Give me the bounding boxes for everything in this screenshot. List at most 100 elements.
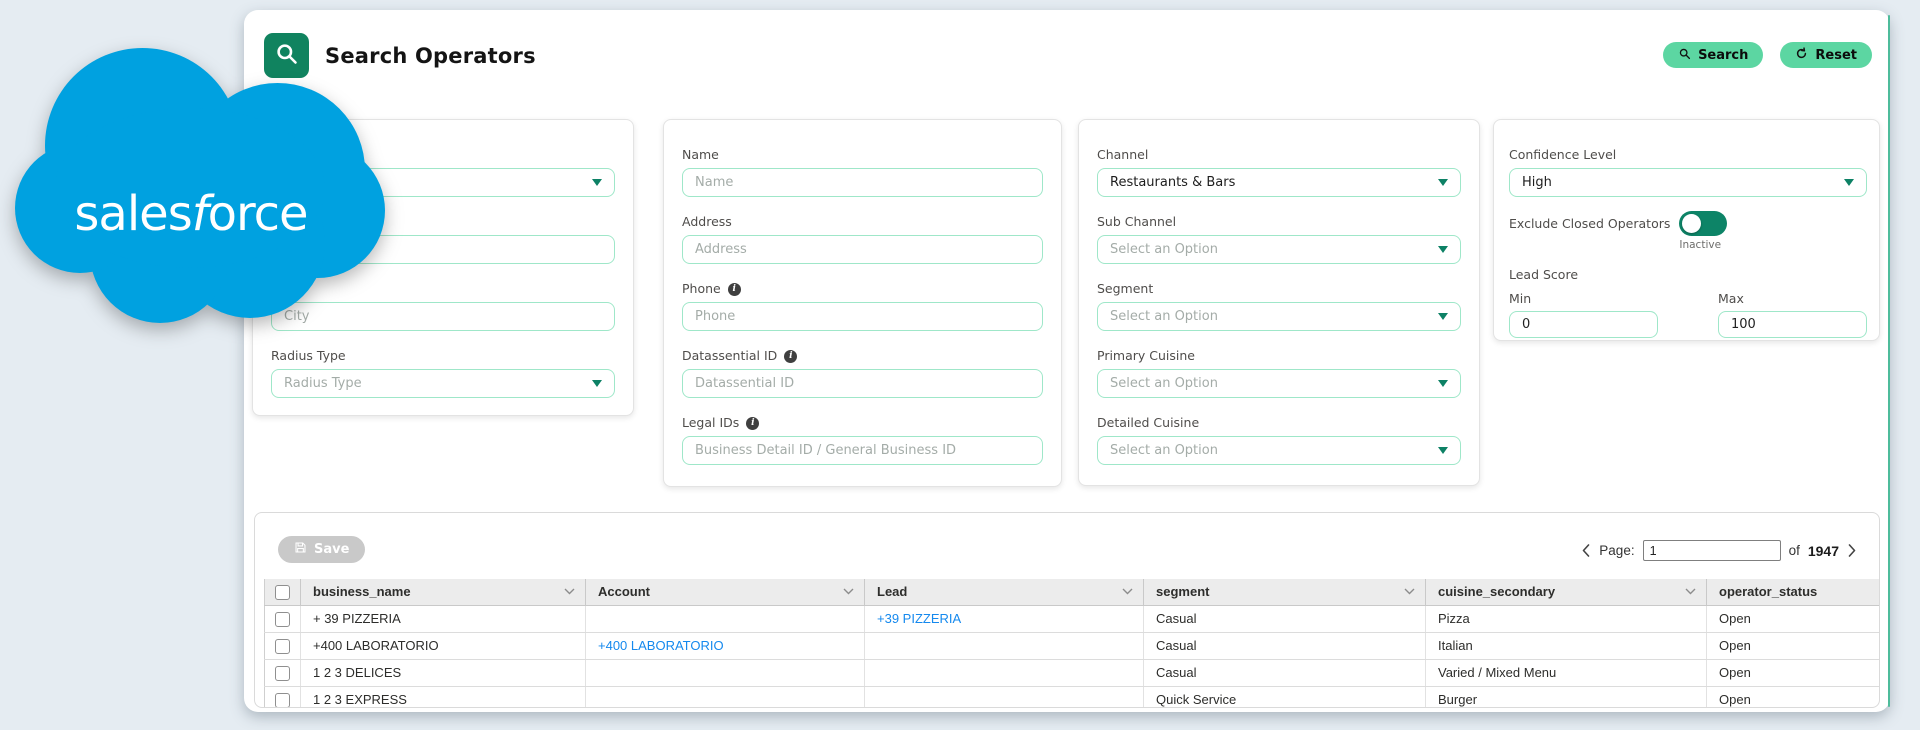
page-label: Page: — [1599, 543, 1635, 558]
channel-select-value: Restaurants & Bars — [1110, 175, 1236, 190]
toggle-knob — [1682, 214, 1702, 233]
save-button[interactable]: Save — [278, 536, 366, 563]
table-row: +400 LABORATORIO +400 LABORATORIO Casual… — [264, 632, 1879, 660]
phone-input[interactable] — [682, 302, 1043, 331]
cell-business-name: 1 2 3 EXPRESS — [300, 686, 586, 707]
primary-cuisine-select-value: Select an Option — [1110, 376, 1218, 391]
lead-score-min-input[interactable] — [1509, 311, 1658, 338]
cell-operator-status: Open — [1706, 686, 1879, 707]
chevron-down-icon — [1685, 588, 1696, 595]
lead-score-max-field: Max — [1718, 291, 1867, 338]
channel-select[interactable]: Restaurants & Bars — [1097, 168, 1461, 197]
cell-cuisine-secondary: Varied / Mixed Menu — [1425, 659, 1707, 687]
cell-account — [585, 686, 865, 707]
column-operator-status[interactable]: operator_status — [1706, 579, 1879, 606]
details-filter-panel: Name Address Phonei Datassential IDi Leg… — [663, 119, 1062, 487]
lead-score-max-input[interactable] — [1718, 311, 1867, 338]
sub-channel-field: Sub Channel Select an Option — [1097, 214, 1461, 264]
detailed-cuisine-field: Detailed Cuisine Select an Option — [1097, 415, 1461, 465]
column-segment[interactable]: segment — [1143, 579, 1426, 606]
datassential-id-label: Datassential ID — [682, 348, 778, 363]
phone-label: Phone — [682, 281, 721, 296]
column-account[interactable]: Account — [585, 579, 865, 606]
segment-select-value: Select an Option — [1110, 309, 1218, 324]
confidence-level-field: Confidence Level High — [1509, 147, 1867, 197]
exclude-closed-operators-toggle[interactable] — [1679, 211, 1728, 236]
salesforce-logo: salesforce — [15, 48, 387, 338]
primary-cuisine-label: Primary Cuisine — [1097, 348, 1195, 363]
column-cuisine-secondary[interactable]: cuisine_secondary — [1425, 579, 1707, 606]
confidence-level-select[interactable]: High — [1509, 168, 1867, 197]
sub-channel-select-value: Select an Option — [1110, 242, 1218, 257]
row-checkbox[interactable] — [275, 692, 290, 707]
cell-segment: Casual — [1143, 632, 1426, 660]
reset-button[interactable]: Reset — [1780, 42, 1872, 68]
row-checkbox[interactable] — [275, 611, 290, 627]
primary-cuisine-field: Primary Cuisine Select an Option — [1097, 348, 1461, 398]
chevron-down-icon — [592, 179, 602, 186]
search-button[interactable]: Search — [1663, 42, 1764, 68]
info-icon[interactable]: i — [727, 282, 741, 296]
datassential-id-field: Datassential ID i — [682, 348, 1043, 398]
cell-cuisine-secondary: Italian — [1425, 632, 1707, 660]
primary-cuisine-select[interactable]: Select an Option — [1097, 369, 1461, 398]
column-lead[interactable]: Lead — [864, 579, 1144, 606]
sub-channel-select[interactable]: Select an Option — [1097, 235, 1461, 264]
radius-type-select[interactable]: Radius Type — [271, 369, 615, 398]
table-row: 1 2 3 EXPRESS Quick Service Burger Open — [264, 686, 1879, 707]
page-of-label: of — [1788, 543, 1800, 558]
confidence-level-label: Confidence Level — [1509, 147, 1617, 162]
pagination: Page: of 1947 — [1581, 540, 1857, 561]
cell-segment: Quick Service — [1143, 686, 1426, 707]
scoring-filter-panel: Confidence Level High Exclude Closed Ope… — [1493, 119, 1880, 341]
name-field: Name — [682, 147, 1043, 197]
segment-select[interactable]: Select an Option — [1097, 302, 1461, 331]
cell-operator-status: Open — [1706, 605, 1879, 633]
name-input[interactable] — [682, 168, 1043, 197]
results-panel: Save Page: of 1947 business_name Acco — [254, 512, 1880, 708]
channel-label: Channel — [1097, 147, 1149, 162]
search-icon — [1678, 47, 1691, 64]
sub-channel-label: Sub Channel — [1097, 214, 1177, 229]
detailed-cuisine-select[interactable]: Select an Option — [1097, 436, 1461, 465]
results-table: business_name Account Lead segment cuisi… — [264, 579, 1879, 707]
chevron-down-icon — [1844, 179, 1854, 186]
cell-lead — [864, 686, 1144, 707]
cell-lead — [864, 632, 1144, 660]
column-business-name[interactable]: business_name — [300, 579, 586, 606]
detailed-cuisine-select-value: Select an Option — [1110, 443, 1218, 458]
table-row: 1 2 3 DELICES Casual Varied / Mixed Menu… — [264, 659, 1879, 687]
select-all-checkbox[interactable] — [275, 584, 290, 600]
channel-field: Channel Restaurants & Bars — [1097, 147, 1461, 197]
chevron-down-icon — [592, 380, 602, 387]
info-icon[interactable]: i — [784, 349, 798, 363]
chevron-right-icon[interactable] — [1847, 544, 1857, 557]
header-actions: Search Reset — [1663, 42, 1872, 68]
page-number-input[interactable] — [1642, 540, 1781, 561]
chevron-left-icon[interactable] — [1581, 544, 1591, 557]
cell-account-link[interactable]: +400 LABORATORIO — [585, 632, 865, 660]
cell-lead-link[interactable]: +39 PIZZERIA — [864, 605, 1144, 633]
address-input[interactable] — [682, 235, 1043, 264]
radius-type-select-value: Radius Type — [284, 376, 362, 391]
row-checkbox[interactable] — [275, 638, 290, 654]
row-checkbox[interactable] — [275, 665, 290, 681]
address-field: Address — [682, 214, 1043, 264]
legal-ids-input[interactable] — [682, 436, 1043, 465]
exclude-closed-operators-label: Exclude Closed Operators — [1509, 216, 1671, 231]
lead-score-min-label: Min — [1509, 291, 1532, 306]
chevron-down-icon — [1438, 380, 1448, 387]
radius-type-label: Radius Type — [271, 348, 346, 363]
cell-operator-status: Open — [1706, 632, 1879, 660]
chevron-down-icon — [843, 588, 854, 595]
toggle-state-label: Inactive — [1679, 239, 1722, 251]
cell-segment: Casual — [1143, 605, 1426, 633]
cell-business-name: + 39 PIZZERIA — [300, 605, 586, 633]
cell-business-name: +400 LABORATORIO — [300, 632, 586, 660]
cell-lead — [864, 659, 1144, 687]
phone-field: Phone i — [682, 281, 1043, 331]
datassential-id-input[interactable] — [682, 369, 1043, 398]
chevron-down-icon — [564, 588, 575, 595]
radius-type-field: Radius Type Radius Type — [271, 348, 615, 398]
info-icon[interactable]: i — [746, 416, 760, 430]
